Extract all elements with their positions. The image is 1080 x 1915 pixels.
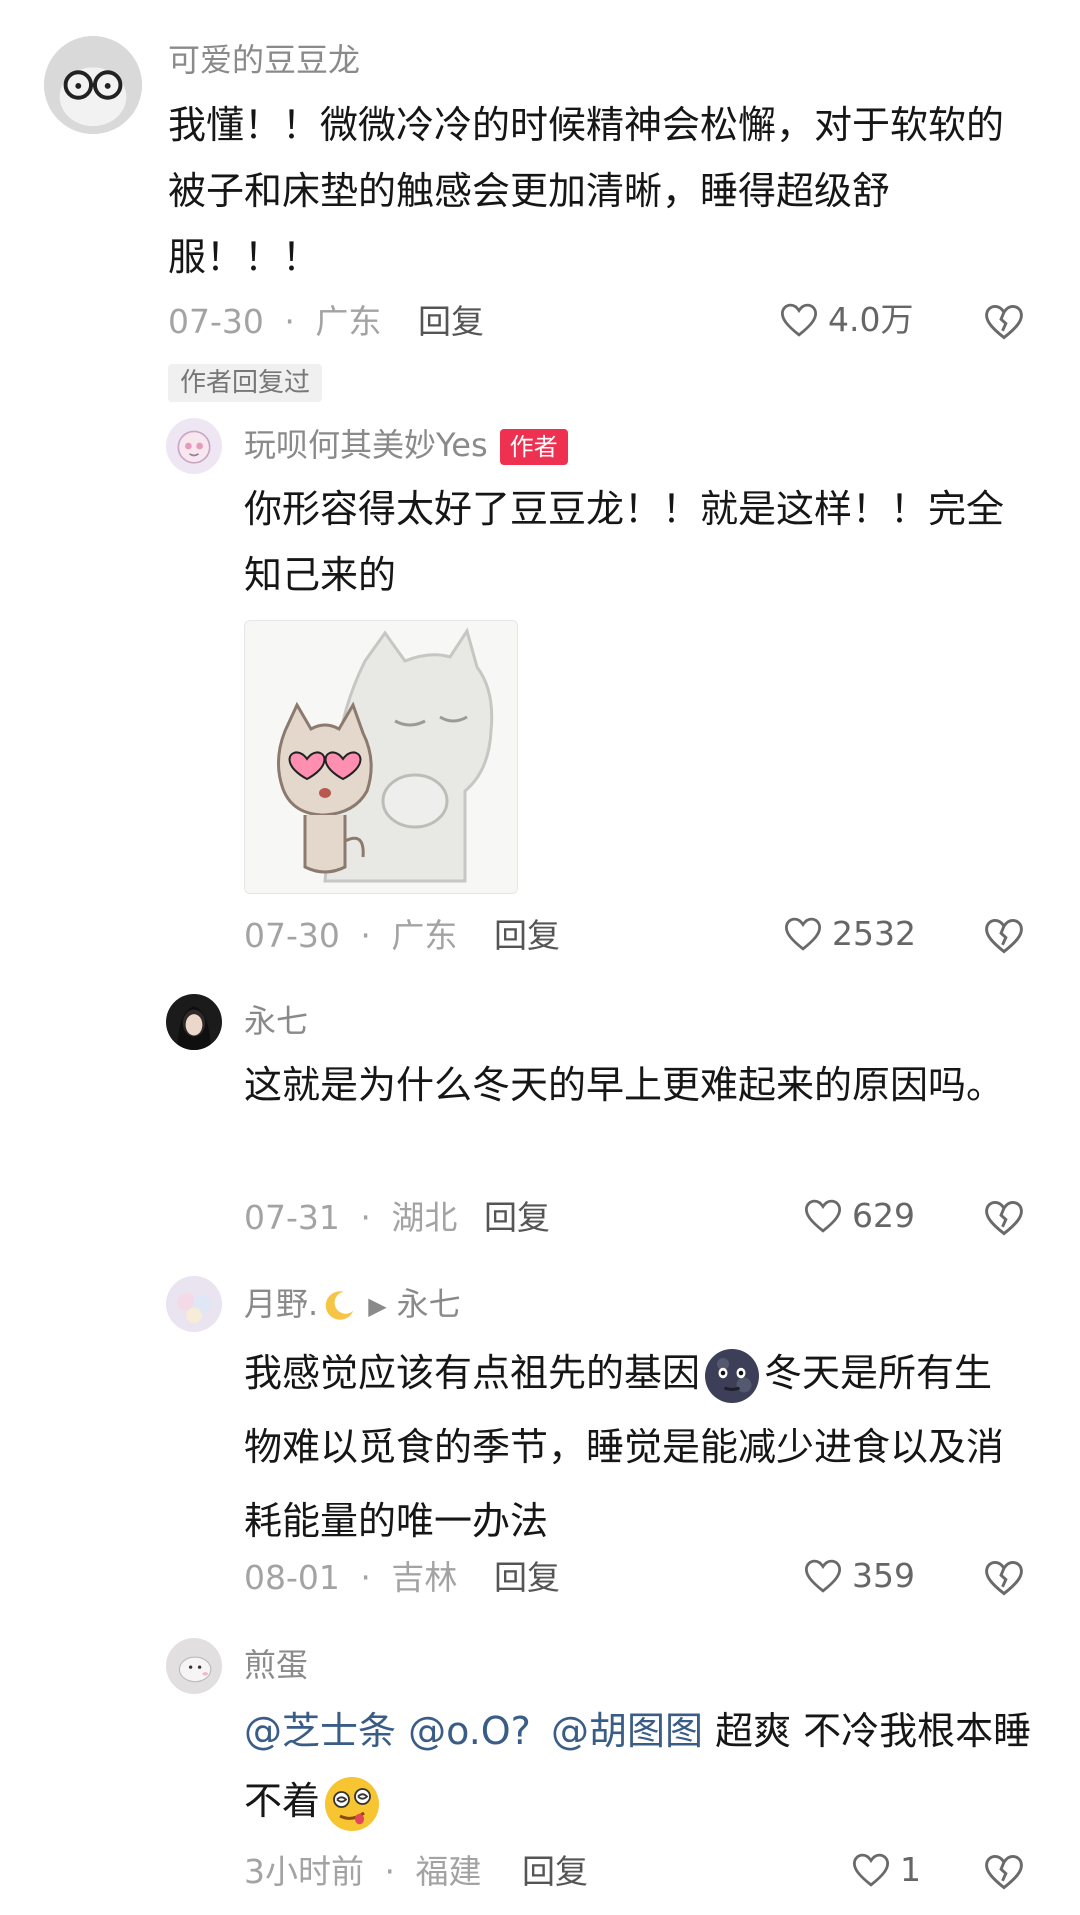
broken-heart-icon[interactable]: [982, 1850, 1026, 1894]
like-button[interactable]: 4.0万: [778, 298, 913, 342]
reply-arrow-icon: ▶: [368, 1292, 387, 1320]
comment-text: 我感觉应该有点祖先的基因 冬天是所有生物难以觅食的季节，睡觉是能减少进食以及消耗能…: [244, 1336, 1024, 1558]
reply-to-username[interactable]: 永七: [397, 1285, 461, 1323]
comment-meta: 07-31 · 湖北: [244, 1196, 457, 1240]
avatar[interactable]: [166, 1276, 222, 1332]
comment-meta: 07-30 · 广东: [244, 914, 457, 958]
like-button[interactable]: 359: [802, 1554, 915, 1598]
username: 玩呗何其美妙Yes 作者: [244, 423, 568, 467]
reply-button[interactable]: 回复: [484, 1196, 550, 1240]
username-text[interactable]: 月野.: [244, 1285, 318, 1323]
like-button[interactable]: 1: [850, 1848, 921, 1892]
comment-meta: 07-30 · 广东: [168, 300, 381, 344]
broken-heart-icon[interactable]: [982, 914, 1026, 958]
comment-date: 3小时前: [244, 1852, 364, 1891]
meta-separator: ·: [360, 1198, 371, 1237]
mention-link[interactable]: @o.O?: [408, 1709, 531, 1753]
mention-link[interactable]: @胡图图: [551, 1709, 703, 1753]
username[interactable]: 永七: [244, 999, 308, 1043]
comment-date: 08-01: [244, 1558, 340, 1597]
username-text[interactable]: 玩呗何其美妙Yes: [244, 426, 488, 464]
comment-location: 广东: [391, 916, 458, 955]
reply-button[interactable]: 回复: [522, 1850, 588, 1894]
mention-link[interactable]: @芝士条: [244, 1709, 396, 1753]
like-count: 359: [852, 1556, 915, 1595]
comment-meta: 08-01 · 吉林: [244, 1556, 457, 1600]
meta-separator: ·: [284, 302, 295, 341]
broken-heart-icon[interactable]: [982, 1196, 1026, 1240]
like-count: 2532: [832, 914, 916, 953]
heart-outline-icon: [804, 1559, 842, 1593]
author-replied-tag: 作者回复过: [168, 364, 323, 402]
comment-text: 我懂！！微微冷冷的时候精神会松懈，对于软软的被子和床垫的触感会更加清晰，睡得超级…: [168, 103, 1005, 279]
comment-date: 07-30: [168, 302, 264, 341]
like-button[interactable]: 629: [802, 1194, 915, 1238]
comment-location: 湖北: [391, 1198, 458, 1237]
reply-button[interactable]: 回复: [494, 914, 560, 958]
woozy-face-emoji: [325, 1776, 380, 1831]
meta-separator: ·: [360, 916, 371, 955]
heart-outline-icon: [784, 917, 822, 951]
author-badge: 作者: [499, 429, 568, 465]
comment-text: 你形容得太好了豆豆龙！！就是这样！！完全知己来的: [244, 487, 1005, 597]
avatar[interactable]: [166, 418, 222, 474]
heart-outline-icon: [852, 1853, 890, 1887]
comment-location: 吉林: [391, 1558, 458, 1597]
comment-text: 这就是为什么冬天的早上更难起来的原因吗。: [244, 1063, 1005, 1107]
comment-text-part: 我感觉应该有点祖先的基因: [244, 1351, 701, 1395]
reply-button[interactable]: 回复: [418, 300, 484, 344]
like-count: 1: [900, 1850, 921, 1889]
comment-location: 广东: [315, 302, 382, 341]
broken-heart-icon[interactable]: [982, 1556, 1026, 1600]
new-moon-face-emoji: [705, 1348, 760, 1403]
reply-button[interactable]: 回复: [494, 1556, 560, 1600]
avatar[interactable]: [166, 1638, 222, 1694]
comment-date: 07-31: [244, 1198, 340, 1237]
meta-separator: ·: [360, 1558, 371, 1597]
avatar[interactable]: [166, 994, 222, 1050]
comment-meta: 3小时前 · 福建: [244, 1850, 482, 1894]
comment-location: 福建: [415, 1852, 482, 1891]
like-count: 4.0万: [828, 300, 914, 339]
broken-heart-icon[interactable]: [982, 300, 1026, 344]
heart-outline-icon: [780, 303, 818, 337]
avatar[interactable]: [44, 36, 142, 134]
crescent-moon-emoji: [325, 1291, 354, 1320]
username[interactable]: 可爱的豆豆龙: [168, 38, 360, 82]
like-count: 629: [852, 1196, 915, 1235]
meta-separator: ·: [384, 1852, 396, 1891]
cat-sticker: [277, 627, 494, 883]
like-button[interactable]: 2532: [782, 912, 916, 956]
comment-text: @芝士条 @o.O? @胡图图 超爽 不冷我根本睡不着: [244, 1696, 1044, 1836]
username: 月野. ▶ 永七: [244, 1282, 461, 1328]
username[interactable]: 煎蛋: [244, 1643, 308, 1687]
sticker-image[interactable]: [244, 620, 518, 894]
heart-outline-icon: [804, 1199, 842, 1233]
comment-date: 07-30: [244, 916, 340, 955]
